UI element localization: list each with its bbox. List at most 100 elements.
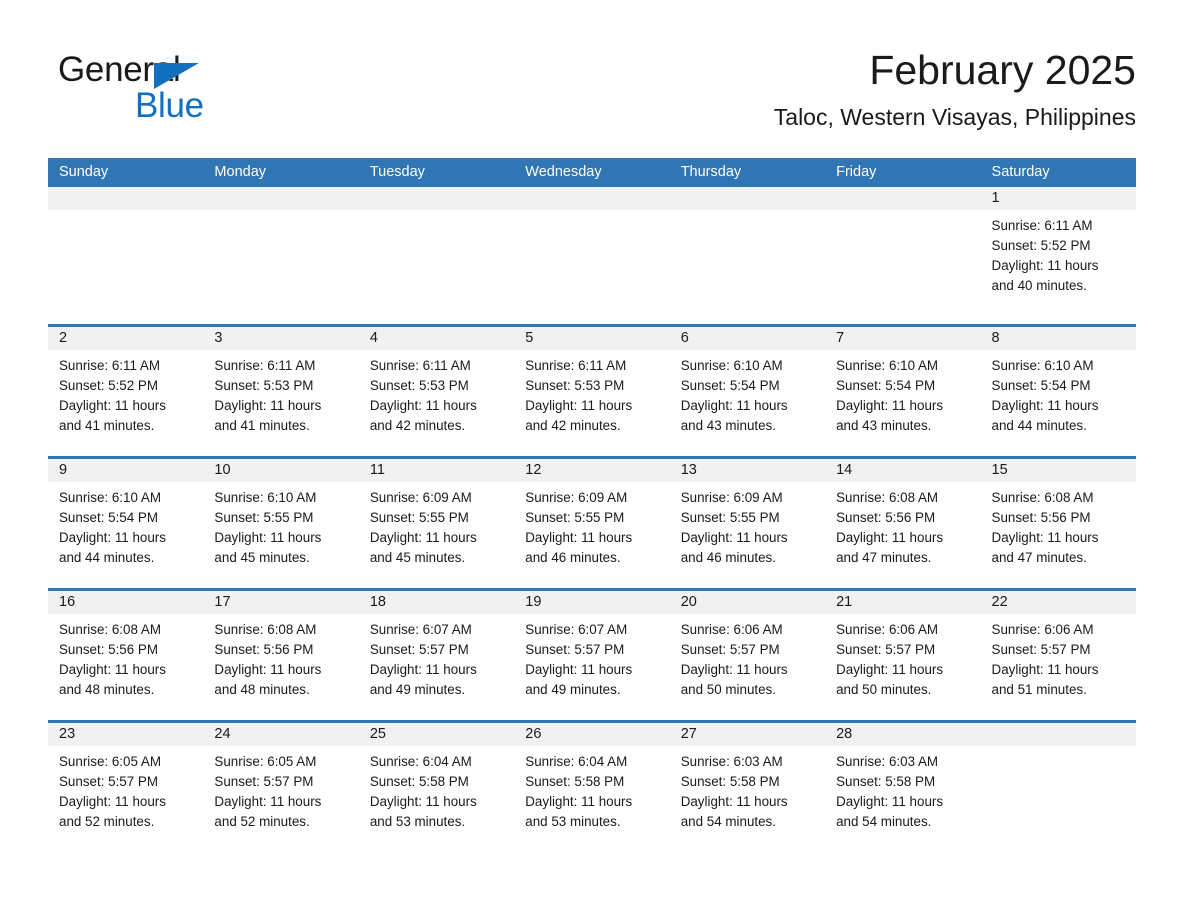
daylight-text-line2: and 50 minutes. bbox=[836, 682, 932, 697]
day-cell[interactable]: 5 Sunrise: 6:11 AM Sunset: 5:53 PM Daylight… bbox=[514, 327, 670, 456]
day-sun-info: Sunrise: 6:04 AM Sunset: 5:58 PM Daylight:… bbox=[359, 746, 514, 832]
day-cell[interactable]: 15 Sunrise: 6:08 AM Sunset: 5:56 PM Dayligh… bbox=[980, 459, 1136, 588]
day-cell[interactable]: 10 Sunrise: 6:10 AM Sunset: 5:55 PM Dayligh… bbox=[203, 459, 359, 588]
day-cell[interactable]: 9 Sunrise: 6:10 AM Sunset: 5:54 PM Daylight… bbox=[48, 459, 204, 588]
day-number: 10 bbox=[203, 459, 359, 482]
day-cell[interactable]: 4 Sunrise: 6:11 AM Sunset: 5:53 PM Daylight… bbox=[358, 327, 515, 456]
day-number bbox=[514, 187, 670, 210]
sunset-text: Sunset: 5:54 PM bbox=[991, 378, 1091, 393]
daylight-text-line2: and 43 minutes. bbox=[680, 418, 776, 433]
day-sun-info: Sunrise: 6:07 AM Sunset: 5:57 PM Daylight:… bbox=[359, 614, 514, 700]
day-sun-info: Sunrise: 6:11 AM Sunset: 5:53 PM Daylight:… bbox=[359, 350, 514, 436]
day-cell[interactable]: 21 Sunrise: 6:06 AM Sunset: 5:57 PM Dayligh… bbox=[825, 591, 981, 720]
sunrise-text: Sunrise: 6:10 AM bbox=[836, 358, 939, 373]
daylight-text-line2: and 52 minutes. bbox=[59, 814, 155, 829]
day-cell[interactable]: 1 Sunrise: 6:11 AM Sunset: 5:52 PM Daylight… bbox=[980, 187, 1136, 324]
sunset-text: Sunset: 5:58 PM bbox=[836, 774, 936, 789]
sunrise-text: Sunrise: 6:05 AM bbox=[214, 754, 317, 769]
daylight-text-line1: Daylight: 11 hours bbox=[369, 794, 477, 809]
sunrise-text: Sunrise: 6:11 AM bbox=[991, 218, 1093, 233]
daylight-text-line2: and 48 minutes. bbox=[214, 682, 310, 697]
day-cell[interactable]: 28 Sunrise: 6:03 AM Sunset: 5:58 PM Dayligh… bbox=[825, 723, 981, 852]
daylight-text-line2: and 48 minutes. bbox=[59, 682, 155, 697]
day-number bbox=[825, 187, 981, 210]
day-cell[interactable]: 24 Sunrise: 6:05 AM Sunset: 5:57 PM Dayligh… bbox=[203, 723, 359, 852]
day-number: 20 bbox=[669, 591, 826, 614]
day-cell[interactable]: 19 Sunrise: 6:07 AM Sunset: 5:57 PM Dayligh… bbox=[514, 591, 670, 720]
daylight-text-line1: Daylight: 11 hours bbox=[214, 398, 322, 413]
day-cell[interactable]: 18 Sunrise: 6:07 AM Sunset: 5:57 PM Dayligh… bbox=[358, 591, 515, 720]
daylight-text-line2: and 45 minutes. bbox=[214, 550, 310, 565]
day-cell[interactable]: 22 Sunrise: 6:06 AM Sunset: 5:57 PM Dayligh… bbox=[980, 591, 1136, 720]
day-cell[interactable]: 3 Sunrise: 6:11 AM Sunset: 5:53 PM Daylight… bbox=[203, 327, 359, 456]
day-number: 2 bbox=[48, 327, 204, 350]
day-sun-info: Sunrise: 6:03 AM Sunset: 5:58 PM Daylight:… bbox=[670, 746, 825, 832]
day-number: 25 bbox=[358, 723, 515, 746]
day-sun-info: Sunrise: 6:10 AM Sunset: 5:55 PM Daylight:… bbox=[203, 482, 358, 568]
daylight-text-line2: and 49 minutes. bbox=[525, 682, 621, 697]
day-cell[interactable]: 13 Sunrise: 6:09 AM Sunset: 5:55 PM Dayligh… bbox=[669, 459, 826, 588]
sunrise-text: Sunrise: 6:10 AM bbox=[59, 490, 161, 505]
sunset-text: Sunset: 5:58 PM bbox=[525, 774, 625, 789]
day-number: 16 bbox=[48, 591, 204, 614]
day-cell[interactable]: 20 Sunrise: 6:06 AM Sunset: 5:57 PM Dayligh… bbox=[669, 591, 826, 720]
sunset-text: Sunset: 5:57 PM bbox=[369, 642, 469, 657]
day-cell[interactable]: 12 Sunrise: 6:09 AM Sunset: 5:55 PM Dayligh… bbox=[514, 459, 670, 588]
day-cell[interactable]: 2 Sunrise: 6:11 AM Sunset: 5:52 PM Daylight… bbox=[48, 327, 204, 456]
daylight-text-line1: Daylight: 11 hours bbox=[525, 662, 633, 677]
day-number: 12 bbox=[514, 459, 670, 482]
daylight-text-line1: Daylight: 11 hours bbox=[680, 530, 788, 545]
day-cell-empty bbox=[48, 187, 204, 324]
day-cell[interactable]: 8 Sunrise: 6:10 AM Sunset: 5:54 PM Daylight… bbox=[980, 327, 1136, 456]
sunset-text: Sunset: 5:56 PM bbox=[214, 642, 314, 657]
sunrise-text: Sunrise: 6:03 AM bbox=[680, 754, 783, 769]
day-sun-info: Sunrise: 6:08 AM Sunset: 5:56 PM Daylight:… bbox=[203, 614, 358, 700]
weekday-header-saturday: Saturday bbox=[991, 164, 1050, 180]
sunrise-text: Sunrise: 6:10 AM bbox=[991, 358, 1094, 373]
sunrise-text: Sunrise: 6:06 AM bbox=[836, 622, 939, 637]
day-cell[interactable]: 11 Sunrise: 6:09 AM Sunset: 5:55 PM Dayligh… bbox=[358, 459, 515, 588]
day-cell[interactable]: 7 Sunrise: 6:10 AM Sunset: 5:54 PM Daylight… bbox=[825, 327, 981, 456]
daylight-text-line1: Daylight: 11 hours bbox=[59, 794, 166, 809]
day-cell[interactable]: 6 Sunrise: 6:10 AM Sunset: 5:54 PM Daylight… bbox=[669, 327, 826, 456]
day-number bbox=[669, 187, 826, 210]
daylight-text-line2: and 46 minutes. bbox=[525, 550, 621, 565]
daylight-text-line1: Daylight: 11 hours bbox=[525, 398, 633, 413]
day-cell[interactable]: 23 Sunrise: 6:05 AM Sunset: 5:57 PM Dayligh… bbox=[48, 723, 204, 852]
daylight-text-line1: Daylight: 11 hours bbox=[991, 258, 1099, 273]
day-cell[interactable]: 16 Sunrise: 6:08 AM Sunset: 5:56 PM Dayligh… bbox=[48, 591, 204, 720]
day-sun-info: Sunrise: 6:09 AM Sunset: 5:55 PM Daylight:… bbox=[359, 482, 514, 568]
day-number: 4 bbox=[358, 327, 515, 350]
calendar-page: General Blue February 2025 Taloc, Wester… bbox=[0, 0, 1188, 918]
day-sun-info: Sunrise: 6:05 AM Sunset: 5:57 PM Daylight:… bbox=[203, 746, 358, 832]
daylight-text-line1: Daylight: 11 hours bbox=[680, 662, 788, 677]
day-cell[interactable]: 26 Sunrise: 6:04 AM Sunset: 5:58 PM Dayligh… bbox=[514, 723, 670, 852]
sunset-text: Sunset: 5:57 PM bbox=[836, 642, 936, 657]
day-sun-info: Sunrise: 6:06 AM Sunset: 5:57 PM Daylight:… bbox=[825, 614, 980, 700]
sunrise-text: Sunrise: 6:09 AM bbox=[680, 490, 783, 505]
day-cell[interactable]: 17 Sunrise: 6:08 AM Sunset: 5:56 PM Dayligh… bbox=[203, 591, 359, 720]
calendar-week-row: 1 Sunrise: 6:11 AM Sunset: 5:52 PM Daylight… bbox=[48, 187, 1136, 324]
sunset-text: Sunset: 5:56 PM bbox=[59, 642, 158, 657]
day-number: 13 bbox=[669, 459, 826, 482]
day-cell-empty bbox=[358, 187, 515, 324]
weekday-header-wednesday: Wednesday bbox=[525, 164, 602, 180]
sunset-text: Sunset: 5:53 PM bbox=[369, 378, 469, 393]
day-cell[interactable]: 27 Sunrise: 6:03 AM Sunset: 5:58 PM Dayligh… bbox=[669, 723, 826, 852]
day-number: 1 bbox=[980, 187, 1136, 210]
logo-text-blue: Blue bbox=[135, 86, 204, 125]
sunset-text: Sunset: 5:52 PM bbox=[59, 378, 158, 393]
day-cell-empty bbox=[203, 187, 359, 324]
sunset-text: Sunset: 5:54 PM bbox=[680, 378, 780, 393]
general-blue-logo: General Blue bbox=[58, 50, 318, 134]
sunset-text: Sunset: 5:53 PM bbox=[214, 378, 314, 393]
day-number bbox=[48, 187, 204, 210]
day-number: 3 bbox=[203, 327, 359, 350]
day-cell[interactable]: 25 Sunrise: 6:04 AM Sunset: 5:58 PM Dayligh… bbox=[358, 723, 515, 852]
daylight-text-line2: and 51 minutes. bbox=[991, 682, 1087, 697]
day-number: 26 bbox=[514, 723, 670, 746]
daylight-text-line1: Daylight: 11 hours bbox=[991, 398, 1099, 413]
daylight-text-line1: Daylight: 11 hours bbox=[525, 530, 633, 545]
day-cell[interactable]: 14 Sunrise: 6:08 AM Sunset: 5:56 PM Dayligh… bbox=[825, 459, 981, 588]
daylight-text-line2: and 45 minutes. bbox=[369, 550, 466, 565]
